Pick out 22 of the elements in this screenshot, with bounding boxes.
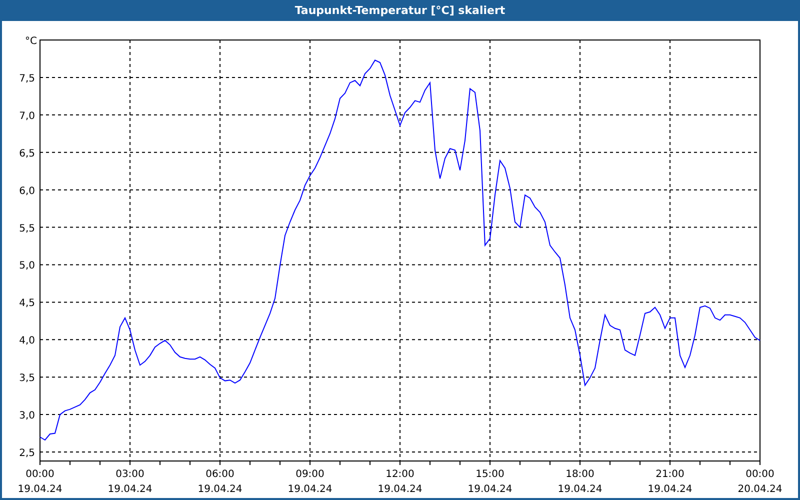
x-tick-label: 18:00 19.04.24 [558, 469, 602, 495]
y-tick-label: 4,0 [19, 336, 35, 347]
y-tick-label: 3,0 [19, 410, 35, 422]
x-tick-label: 09:00 19.04.24 [288, 469, 332, 495]
y-axis-unit: °C [25, 36, 37, 47]
x-tick-label: 21:00 19.04.24 [648, 469, 692, 495]
y-tick-label: 3,5 [19, 373, 35, 384]
x-tick-label: 00:00 19.04.24 [18, 469, 62, 495]
x-tick-label: 00:00 20.04.24 [738, 469, 782, 495]
y-tick-label: 4,5 [19, 298, 35, 310]
y-tick-label: 5,0 [19, 260, 35, 272]
y-tick-label: 7,0 [19, 110, 35, 122]
x-tick-label: 12:00 19.04.24 [378, 469, 422, 495]
x-tick-label: 15:00 19.04.24 [468, 469, 512, 495]
y-tick-label: 5,5 [19, 223, 35, 234]
y-tick-label: 2,5 [19, 448, 35, 459]
window-title: Taupunkt-Temperatur [°C] skaliert [294, 3, 506, 20]
y-tick-label: 6,5 [19, 148, 35, 160]
x-tick-label: 06:00 19.04.24 [198, 469, 242, 495]
y-tick-label: 7,5 [19, 73, 35, 84]
y-tick-label: 6,0 [19, 186, 35, 197]
x-tick-label: 03:00 19.04.24 [108, 469, 152, 495]
